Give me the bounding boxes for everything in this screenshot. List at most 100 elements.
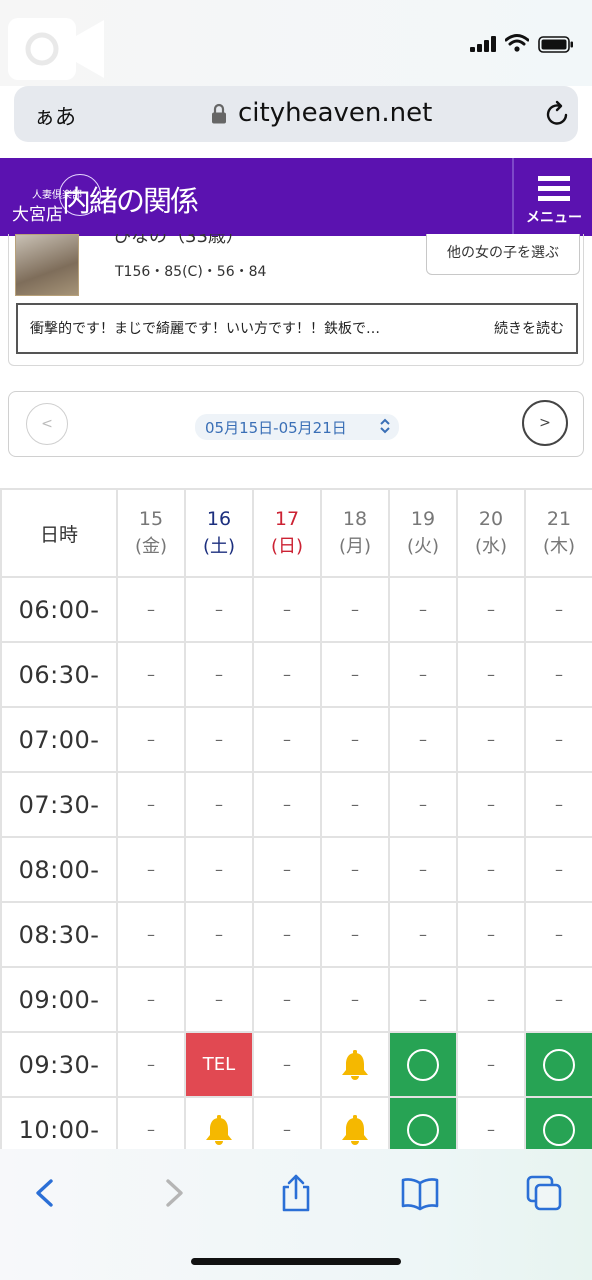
- text-size-button[interactable]: ぁあ: [34, 101, 76, 131]
- unavailable-slot-cell: –: [184, 771, 254, 838]
- time-slot-row: 06:00- – – – – – – –: [0, 576, 592, 643]
- unavailable-slot-cell: –: [524, 771, 592, 838]
- unavailable-slot-cell: –: [524, 901, 592, 968]
- available-circle-icon: [407, 1048, 439, 1081]
- unavailable-slot-cell: –: [252, 576, 322, 643]
- review-comment-text: 衝撃的です！まじで綺麗です！いい方です！！鉄板で…: [30, 321, 380, 337]
- unavailable-slot-cell: –: [388, 706, 458, 773]
- bell-icon: [206, 1114, 232, 1145]
- site-header: 人妻倶楽部 大宮店 内緒の関係 メニュー: [0, 158, 592, 236]
- time-label: 09:30-: [0, 1031, 118, 1098]
- unavailable-slot-cell: –: [456, 706, 526, 773]
- day-of-week: (水): [474, 536, 508, 557]
- unavailable-slot-cell: –: [456, 576, 526, 643]
- available-slot-cell[interactable]: [524, 1031, 592, 1098]
- unavailable-slot-cell: –: [524, 836, 592, 903]
- day-number: 21: [546, 508, 572, 530]
- unavailable-slot-cell: –: [456, 771, 526, 838]
- day-header: 18 (月): [320, 488, 390, 578]
- unavailable-slot-cell: –: [184, 641, 254, 708]
- unavailable-slot-cell: –: [524, 641, 592, 708]
- day-header: 20 (水): [456, 488, 526, 578]
- time-slot-row: 07:00- – – – – – – –: [0, 706, 592, 773]
- unavailable-slot-cell: –: [184, 901, 254, 968]
- read-more-link[interactable]: 続きを読む: [494, 318, 564, 338]
- date-range-text: 05月15日-05月21日: [205, 419, 347, 437]
- time-slot-row: 09:00- – – – – – – –: [0, 966, 592, 1033]
- reload-icon[interactable]: [544, 100, 572, 128]
- unavailable-slot-cell: –: [388, 901, 458, 968]
- prev-week-button[interactable]: <: [26, 403, 68, 445]
- unavailable-slot-cell: –: [388, 576, 458, 643]
- cellular-signal-icon: [470, 36, 498, 52]
- unavailable-slot-cell: –: [320, 901, 390, 968]
- day-number: 15: [138, 508, 164, 530]
- unavailable-slot-cell: –: [388, 836, 458, 903]
- unavailable-slot-cell: –: [320, 576, 390, 643]
- available-slot-cell[interactable]: [388, 1031, 458, 1098]
- day-header: 17 (日): [252, 488, 322, 578]
- unavailable-slot-cell: –: [116, 901, 186, 968]
- address-bar[interactable]: ぁあ cityheaven.net: [14, 86, 578, 142]
- unavailable-slot-cell: –: [524, 706, 592, 773]
- time-slot-row: 08:30- – – – – – – –: [0, 901, 592, 968]
- battery-icon: [538, 36, 573, 53]
- time-slot-row: 08:00- – – – – – – –: [0, 836, 592, 903]
- unavailable-slot-cell: –: [252, 641, 322, 708]
- share-icon[interactable]: [276, 1173, 316, 1213]
- unavailable-slot-cell: –: [116, 1031, 186, 1098]
- unavailable-slot-cell: –: [116, 836, 186, 903]
- site-logo[interactable]: 内緒の関係: [62, 178, 199, 220]
- schedule-table: 日時 15 (金) 16 (土) 17 (日) 18 (月) 19 (火) 20 (水) 21 (木) 06:…: [0, 488, 592, 1163]
- bell-icon: [342, 1114, 368, 1145]
- day-of-week: (月): [338, 536, 372, 557]
- unavailable-slot-cell: –: [388, 641, 458, 708]
- day-header: 21 (木): [524, 488, 592, 578]
- screen-record-icon: [8, 18, 104, 80]
- unavailable-slot-cell: –: [456, 641, 526, 708]
- unavailable-slot-cell: –: [320, 641, 390, 708]
- profile-name: ひなの（33歳）: [113, 234, 244, 247]
- back-icon[interactable]: [25, 1173, 65, 1213]
- next-week-button[interactable]: >: [522, 400, 568, 446]
- time-label: 07:00-: [0, 706, 118, 773]
- menu-button[interactable]: メニュー: [512, 158, 592, 236]
- day-number: 19: [410, 508, 436, 530]
- tel-reservation-cell[interactable]: TEL: [184, 1031, 254, 1098]
- unavailable-slot-cell: –: [388, 771, 458, 838]
- chevron-updown-icon: [380, 418, 390, 434]
- day-of-week: (土): [202, 536, 236, 557]
- menu-label: メニュー: [526, 210, 582, 226]
- review-comment[interactable]: 衝撃的です！まじで綺麗です！いい方です！！鉄板で… 続きを読む: [16, 303, 578, 354]
- bookmarks-icon[interactable]: [400, 1173, 440, 1213]
- unavailable-slot-cell: –: [456, 901, 526, 968]
- unavailable-slot-cell: –: [184, 966, 254, 1033]
- profile-photo[interactable]: [15, 234, 79, 296]
- unavailable-slot-cell: –: [252, 1031, 322, 1098]
- day-of-week: (金): [134, 536, 168, 557]
- forward-icon[interactable]: [154, 1173, 194, 1213]
- unavailable-slot-cell: –: [320, 966, 390, 1033]
- day-header: 16 (土): [184, 488, 254, 578]
- lock-icon: [212, 103, 226, 124]
- unavailable-slot-cell: –: [388, 966, 458, 1033]
- date-range-select[interactable]: 05月15日-05月21日: [195, 414, 399, 440]
- time-label: 09:00-: [0, 966, 118, 1033]
- chevron-right-icon: >: [539, 415, 551, 431]
- time-label: 07:30-: [0, 771, 118, 838]
- unavailable-slot-cell: –: [116, 771, 186, 838]
- unavailable-slot-cell: –: [116, 576, 186, 643]
- unavailable-slot-cell: –: [184, 576, 254, 643]
- unavailable-slot-cell: –: [252, 706, 322, 773]
- unavailable-slot-cell: –: [320, 771, 390, 838]
- day-number: 17: [274, 508, 300, 530]
- tabs-icon[interactable]: [524, 1173, 564, 1213]
- url-text[interactable]: cityheaven.net: [238, 98, 432, 128]
- day-number: 20: [478, 508, 504, 530]
- unavailable-slot-cell: –: [524, 966, 592, 1033]
- notify-slot-cell[interactable]: [320, 1031, 390, 1098]
- screen: ぁあ cityheaven.net 人妻倶楽部 大宮店 内緒の関係 メニュー ひ…: [0, 0, 592, 1280]
- unavailable-slot-cell: –: [252, 901, 322, 968]
- select-other-girl-button[interactable]: 他の女の子を選ぶ: [426, 234, 580, 275]
- unavailable-slot-cell: –: [116, 966, 186, 1033]
